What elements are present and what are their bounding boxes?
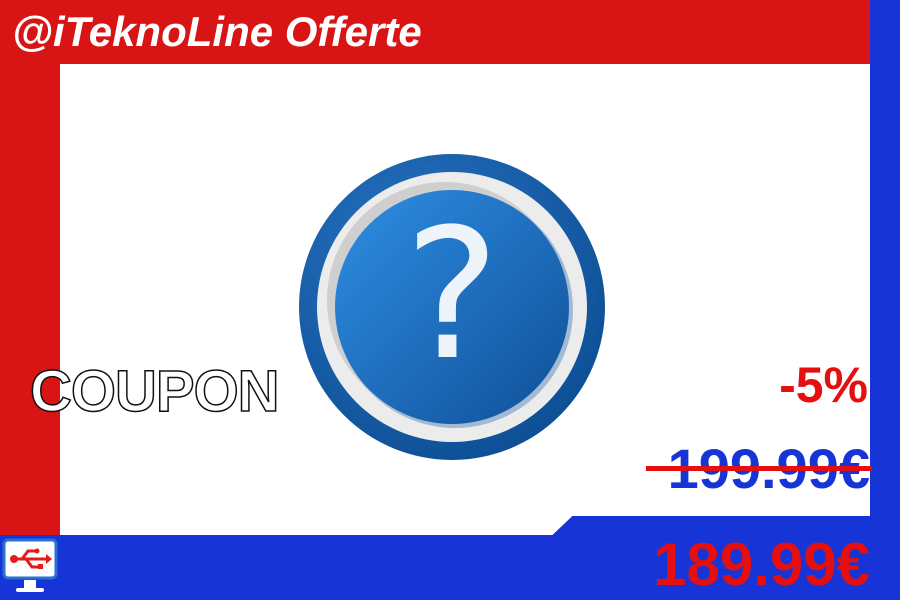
brand-title: @iTeknoLine Offerte	[12, 8, 422, 55]
svg-text:?: ?	[404, 191, 500, 400]
discount-badge: -5%	[779, 357, 868, 413]
strike-through-line	[646, 466, 872, 471]
question-mark-icon: ?	[299, 154, 605, 460]
left-band	[0, 0, 60, 560]
right-band	[870, 0, 900, 600]
usb-computer-icon	[2, 538, 58, 592]
new-price: 189.99€	[653, 531, 870, 598]
coupon-label: COUPON	[29, 359, 280, 425]
